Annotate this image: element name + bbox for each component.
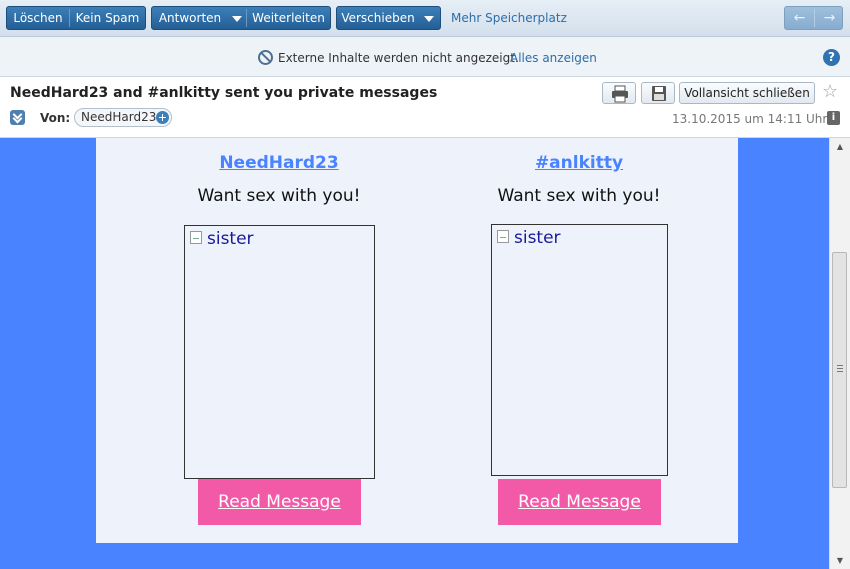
help-icon[interactable]: ? <box>823 49 840 66</box>
chevron-down-icon <box>424 15 434 22</box>
toolbar: Löschen Kein Spam Antworten Weiterleiten… <box>0 0 850 37</box>
delete-spam-button-group: Löschen Kein Spam <box>6 6 146 30</box>
print-button[interactable] <box>602 82 636 104</box>
move-button-label: Verschieben <box>341 11 415 25</box>
grip-icon <box>837 365 843 366</box>
move-dropdown[interactable] <box>419 7 439 29</box>
info-icon[interactable]: i <box>827 111 840 125</box>
collapse-header-icon[interactable] <box>10 110 25 125</box>
profile-tagline: Want sex with you! <box>197 186 361 206</box>
chevron-down-icon <box>232 15 242 22</box>
broken-image-icon <box>497 230 509 243</box>
star-icon[interactable]: ☆ <box>822 83 838 101</box>
read-message-button[interactable]: Read Message <box>198 479 361 525</box>
from-label: Von: <box>40 111 71 125</box>
profile-username-link[interactable]: NeedHard23 <box>164 153 394 173</box>
close-full-view-button[interactable]: Vollansicht schließen <box>679 82 815 104</box>
save-button[interactable] <box>641 82 675 104</box>
sender-chip[interactable]: NeedHard23 <box>74 108 172 127</box>
scroll-up-arrow-icon[interactable]: ▲ <box>830 138 850 155</box>
image-alt-text: sister <box>207 229 254 249</box>
message-subject: NeedHard23 and #anlkitty sent you privat… <box>10 85 438 101</box>
scroll-down-arrow-icon[interactable]: ▼ <box>830 552 850 569</box>
move-button[interactable]: Verschieben <box>336 6 441 30</box>
delete-button[interactable]: Löschen <box>7 7 69 29</box>
external-content-notice: Externe Inhalte werden nicht angezeigt. <box>278 51 519 65</box>
message-date: 13.10.2015 um 14:11 Uhr <box>672 112 828 126</box>
external-content-bar: Externe Inhalte werden nicht angezeigt. … <box>0 37 850 77</box>
message-panel: NeedHard23 Want sex with you! sister Rea… <box>96 138 738 543</box>
next-message-button[interactable]: → <box>815 7 844 29</box>
not-spam-button[interactable]: Kein Spam <box>70 7 145 29</box>
printer-icon <box>612 85 628 103</box>
scrollbar[interactable]: ▲ ▼ <box>829 138 850 569</box>
previous-message-button[interactable]: ← <box>785 7 814 29</box>
blocked-content-icon <box>258 50 273 65</box>
show-all-link[interactable]: Alles anzeigen <box>510 51 597 65</box>
add-contact-icon[interactable] <box>156 111 169 124</box>
floppy-disk-icon <box>652 86 666 101</box>
reply-forward-button-group: Antworten Weiterleiten <box>151 6 331 30</box>
image-alt-text: sister <box>514 228 561 248</box>
forward-button[interactable]: Weiterleiten <box>247 7 330 29</box>
profile-image[interactable]: sister <box>491 224 668 476</box>
broken-image-icon <box>190 231 202 244</box>
message-navigation: ← → <box>784 6 843 30</box>
scroll-thumb[interactable] <box>832 252 847 488</box>
more-storage-link[interactable]: Mehr Speicherplatz <box>451 11 567 25</box>
profile-tagline: Want sex with you! <box>497 186 661 206</box>
message-body: NeedHard23 Want sex with you! sister Rea… <box>0 138 829 569</box>
profile-image[interactable]: sister <box>184 225 375 479</box>
profile-username-link[interactable]: #anlkitty <box>464 153 694 173</box>
sender-name: NeedHard23 <box>81 110 157 124</box>
read-message-button[interactable]: Read Message <box>498 479 661 525</box>
reply-button[interactable]: Antworten <box>152 7 228 29</box>
reply-dropdown-button[interactable] <box>228 7 246 29</box>
